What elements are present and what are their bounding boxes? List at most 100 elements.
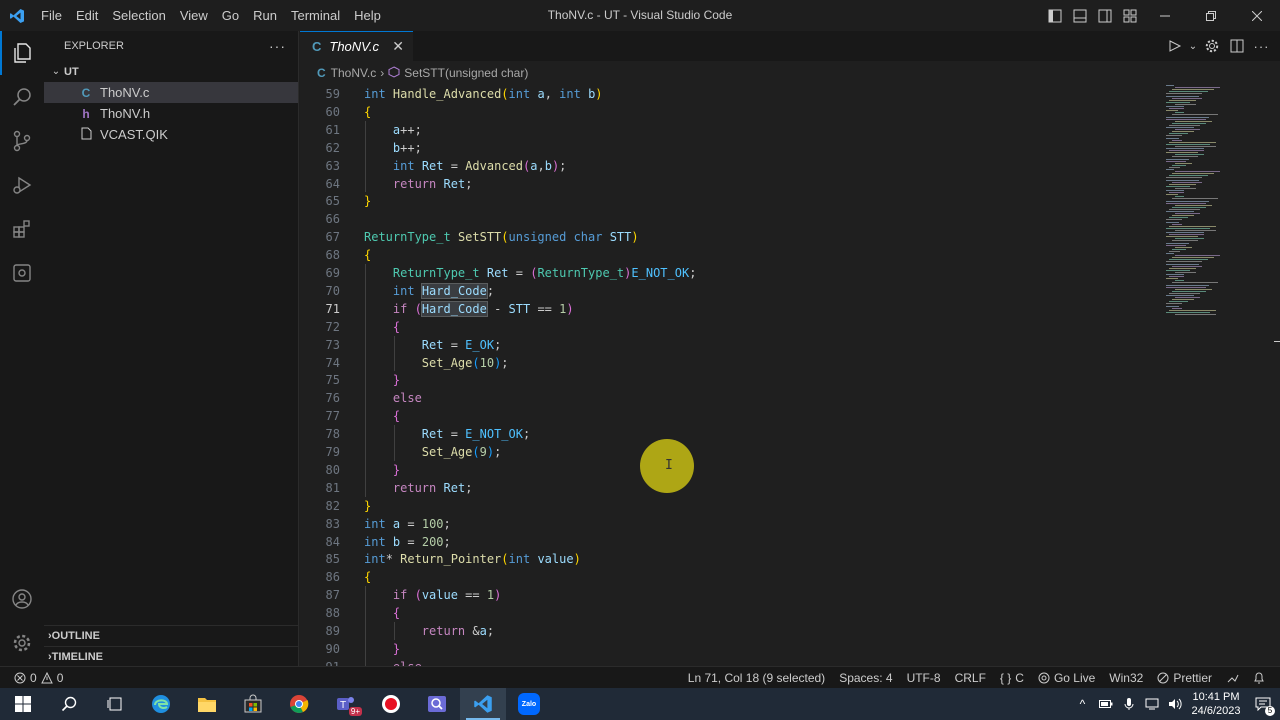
code-line[interactable]: 84 int b = 200; <box>300 533 1160 551</box>
notifications-bell-icon[interactable] <box>1246 671 1272 684</box>
code-text[interactable]: else <box>364 658 422 666</box>
code-line[interactable]: 85 int* Return_Pointer(int value) <box>300 550 1160 568</box>
code-text[interactable]: int Ret = Advanced(a,b); <box>364 157 567 175</box>
code-text[interactable]: int a = 100; <box>364 515 451 533</box>
code-text[interactable]: if (value == 1) <box>364 586 501 604</box>
menu-file[interactable]: File <box>34 0 69 31</box>
volume-icon[interactable] <box>1163 688 1186 720</box>
menu-selection[interactable]: Selection <box>105 0 172 31</box>
code-line[interactable]: 86 { <box>300 568 1160 586</box>
close-window-icon[interactable] <box>1234 0 1280 31</box>
code-text[interactable]: return &a; <box>364 622 494 640</box>
source-control-icon[interactable] <box>0 119 44 163</box>
code-text[interactable]: } <box>364 371 400 389</box>
menu-edit[interactable]: Edit <box>69 0 105 31</box>
split-editor-icon[interactable] <box>1224 31 1249 61</box>
code-text[interactable]: Set_Age(10); <box>364 354 509 372</box>
code-line[interactable]: 69 ReturnType_t Ret = (ReturnType_t)E_NO… <box>300 264 1160 282</box>
more-actions-icon[interactable]: ··· <box>269 38 286 54</box>
code-text[interactable]: ReturnType_t SetSTT(unsigned char STT) <box>364 228 639 246</box>
feedback-icon[interactable] <box>1219 671 1246 684</box>
taskbar-search-icon[interactable] <box>46 688 92 720</box>
menu-run[interactable]: Run <box>246 0 284 31</box>
code-line[interactable]: 71 if (Hard_Code - STT == 1) <box>300 300 1160 318</box>
windows-start-icon[interactable] <box>0 688 46 720</box>
vscode-logo-icon[interactable] <box>0 0 34 31</box>
go-live-button[interactable]: Go Live <box>1031 671 1102 685</box>
file-item[interactable]: VCAST.QIK <box>44 124 298 145</box>
microsoft-store-icon[interactable] <box>230 688 276 720</box>
code-text[interactable]: { <box>364 407 400 425</box>
menu-help[interactable]: Help <box>347 0 388 31</box>
menu-view[interactable]: View <box>173 0 215 31</box>
code-line[interactable]: 80 } <box>300 461 1160 479</box>
network-icon[interactable] <box>1140 688 1163 720</box>
code-text[interactable]: { <box>364 604 400 622</box>
file-item[interactable]: h ThoNV.h <box>44 103 298 124</box>
code-line[interactable]: 61 a++; <box>300 121 1160 139</box>
cursor-position[interactable]: Ln 71, Col 18 (9 selected) <box>681 671 832 685</box>
remote-explorer-icon[interactable] <box>0 251 44 295</box>
search-icon[interactable] <box>0 75 44 119</box>
toggle-primary-sidebar-icon[interactable] <box>1042 0 1067 31</box>
code-line[interactable]: 79 Set_Age(9); <box>300 443 1160 461</box>
code-text[interactable]: int* Return_Pointer(int value) <box>364 550 581 568</box>
code-text[interactable]: return Ret; <box>364 479 473 497</box>
file-explorer-icon[interactable] <box>184 688 230 720</box>
code-line[interactable]: 73 Ret = E_OK; <box>300 336 1160 354</box>
code-text[interactable]: Set_Age(9); <box>364 443 502 461</box>
code-text[interactable]: { <box>364 568 371 586</box>
zalo-icon[interactable]: Zalo <box>506 688 552 720</box>
screen-recorder-icon[interactable] <box>368 688 414 720</box>
toggle-secondary-sidebar-icon[interactable] <box>1092 0 1117 31</box>
restore-icon[interactable] <box>1188 0 1234 31</box>
breadcrumb-file[interactable]: ThoNV.c <box>331 66 377 80</box>
code-line[interactable]: 64 return Ret; <box>300 175 1160 193</box>
extensions-icon[interactable] <box>0 207 44 251</box>
code-line[interactable]: 60 { <box>300 103 1160 121</box>
code-text[interactable]: } <box>364 192 371 210</box>
code-text[interactable]: Ret = E_OK; <box>364 336 502 354</box>
timeline-section[interactable]: › TIMELINE <box>44 646 299 667</box>
code-text[interactable]: ReturnType_t Ret = (ReturnType_t)E_NOT_O… <box>364 264 697 282</box>
explorer-icon[interactable] <box>0 31 44 75</box>
battery-icon[interactable] <box>1094 688 1117 720</box>
problems-indicator[interactable]: 0 0 <box>14 671 70 685</box>
code-line[interactable]: 75 } <box>300 371 1160 389</box>
code-line[interactable]: 72 { <box>300 318 1160 336</box>
platform[interactable]: Win32 <box>1102 671 1150 685</box>
notification-center-icon[interactable]: 5 <box>1246 688 1280 720</box>
code-line[interactable]: 74 Set_Age(10); <box>300 354 1160 372</box>
customize-layout-icon[interactable] <box>1117 0 1142 31</box>
manage-gear-icon[interactable] <box>0 621 44 665</box>
line-ending[interactable]: CRLF <box>948 671 993 685</box>
encoding[interactable]: UTF-8 <box>900 671 948 685</box>
code-line[interactable]: 87 if (value == 1) <box>300 586 1160 604</box>
code-line[interactable]: 59 int Handle_Advanced(int a, int b) <box>300 85 1160 103</box>
code-line[interactable]: 66 <box>300 210 1160 228</box>
run-debug-icon[interactable] <box>0 163 44 207</box>
code-text[interactable]: } <box>364 640 400 658</box>
chrome-browser-icon[interactable] <box>276 688 322 720</box>
menu-terminal[interactable]: Terminal <box>284 0 347 31</box>
show-hidden-icons-chevron-icon[interactable]: ^ <box>1071 688 1094 720</box>
code-line[interactable]: 65} <box>300 192 1160 210</box>
code-text[interactable]: } <box>364 497 371 515</box>
language-mode[interactable]: { } C <box>993 671 1031 685</box>
close-tab-icon[interactable]: ✕ <box>392 38 404 55</box>
vscode-taskbar-icon[interactable] <box>460 688 506 720</box>
code-text[interactable]: int Handle_Advanced(int a, int b) <box>364 85 603 103</box>
run-code-icon[interactable] <box>1162 31 1187 61</box>
more-actions-icon[interactable]: ··· <box>1249 31 1274 61</box>
edge-browser-icon[interactable] <box>138 688 184 720</box>
code-text[interactable]: int Hard_Code; <box>364 282 494 300</box>
code-text[interactable]: { <box>364 246 371 264</box>
breadcrumb-symbol[interactable]: SetSTT(unsigned char) <box>404 66 528 80</box>
tab-thonv-c[interactable]: C ThoNV.c ✕ <box>300 31 413 61</box>
code-line[interactable]: 70 int Hard_Code; <box>300 282 1160 300</box>
code-line[interactable]: 76 else <box>300 389 1160 407</box>
settings-gear-icon[interactable] <box>1199 31 1224 61</box>
menu-go[interactable]: Go <box>215 0 246 31</box>
folder-row[interactable]: ⌄ UT <box>44 61 298 82</box>
code-text[interactable]: { <box>364 318 400 336</box>
